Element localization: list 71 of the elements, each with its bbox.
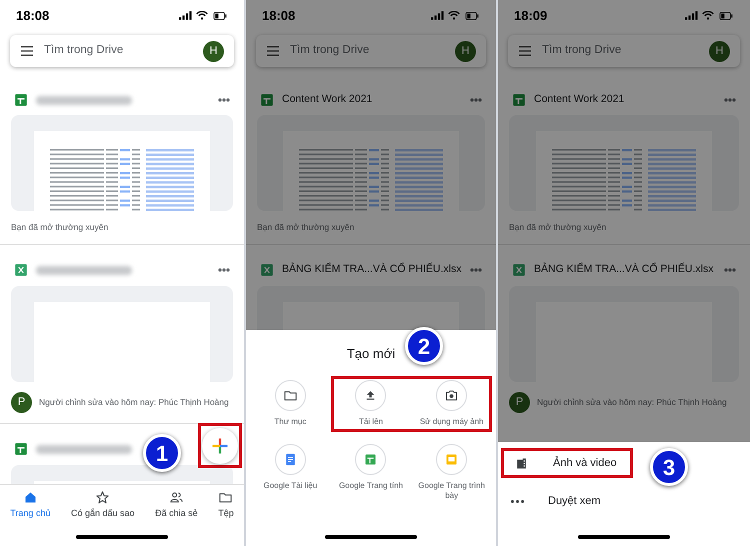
sheet-title: Tạo mới (346, 345, 396, 363)
more-icon[interactable] (724, 268, 736, 272)
file-name: BẢNG KIỂM TRA...VÀ CỔ PHIẾU.xlsx (534, 262, 715, 278)
signal-icon (685, 11, 698, 20)
presentation-icon (444, 452, 460, 468)
excel-file-icon (14, 263, 28, 278)
nav-tab[interactable]: Có gắn dấu sao (71, 490, 135, 524)
search-bar[interactable]: Tìm trong Drive H (10, 35, 234, 67)
wifi-icon (196, 11, 208, 20)
status-time: 18:08 (262, 6, 296, 25)
wifi-icon (448, 11, 460, 20)
excel-file-icon (512, 263, 526, 278)
create-option[interactable]: Google Trang tính (330, 440, 412, 506)
plus-icon (211, 436, 229, 454)
battery-icon (464, 12, 480, 20)
nav-tab[interactable]: Tệp (218, 490, 234, 524)
more-icon[interactable] (470, 268, 482, 272)
home-icon (22, 490, 38, 505)
search-placeholder: Tìm trong Drive (290, 43, 370, 58)
menu-icon (20, 45, 34, 57)
menu-item[interactable]: Ảnh và video (501, 448, 633, 478)
file-name: BẢNG KIỂM TRA...VÀ CỔ PHIẾU.xlsx (282, 262, 462, 278)
camera-icon (444, 388, 460, 402)
star-icon (95, 490, 110, 505)
search-placeholder: Tìm trong Drive (44, 43, 124, 58)
file-caption: Bạn đã mở thường xuyên (256, 221, 356, 234)
excel-file-icon (260, 263, 274, 278)
search-bar[interactable]: Tìm trong Drive H (256, 35, 486, 67)
spreadsheet-icon (363, 452, 378, 468)
status-time: 18:08 (16, 6, 50, 25)
editor-note: Người chỉnh sửa vào hôm nay: Phúc Thịnh Hoàng (39, 396, 229, 409)
spreadsheet-icon (14, 442, 28, 456)
create-option[interactable]: Google Trang trình bày (411, 440, 492, 506)
editor-note: Người chỉnh sửa vào hôm nay: Phúc Thịnh Hoàng (537, 396, 727, 409)
avatar[interactable]: H (203, 40, 224, 62)
more-icon[interactable] (218, 268, 230, 272)
nav-tab[interactable]: Đã chia sẻ (155, 490, 198, 524)
avatar[interactable]: H (709, 40, 730, 62)
search-placeholder: Tìm trong Drive (542, 43, 622, 58)
file-caption: Bạn đã mở thường xuyên (10, 221, 110, 234)
file-name: Content Work 2021 (534, 92, 626, 108)
search-bar[interactable]: Tìm trong Drive H (508, 35, 740, 67)
nav-tab[interactable]: Trang chủ (10, 490, 50, 524)
more-icon (511, 500, 524, 502)
create-option[interactable]: Sử dụng máy ảnh (411, 376, 492, 432)
more-icon[interactable] (470, 98, 482, 102)
film-icon (514, 456, 529, 470)
more-icon[interactable] (724, 98, 736, 102)
people-icon (168, 490, 184, 505)
file-caption: Bạn đã mở thường xuyên (508, 221, 608, 234)
status-time: 18:09 (514, 6, 548, 25)
spreadsheet-icon (14, 93, 28, 107)
signal-icon (179, 11, 192, 20)
menu-icon (266, 45, 280, 57)
menu-icon (518, 45, 532, 57)
battery-icon (212, 12, 228, 20)
avatar: P (509, 392, 530, 413)
battery-icon (718, 12, 734, 20)
avatar[interactable]: H (455, 40, 476, 62)
wifi-icon (702, 11, 714, 20)
step-badge: 1 (143, 434, 181, 472)
create-option[interactable]: Tải lên (330, 376, 412, 432)
avatar: P (11, 392, 32, 413)
menu-item[interactable]: Duyệt xem (501, 486, 633, 516)
more-icon[interactable] (218, 98, 230, 102)
signal-icon (431, 11, 444, 20)
spreadsheet-icon (512, 93, 526, 107)
create-option[interactable]: Thư mục (250, 376, 331, 432)
file-name: Content Work 2021 (282, 92, 374, 108)
spreadsheet-icon (260, 93, 274, 107)
create-option[interactable]: Google Tài liệu (250, 440, 331, 506)
